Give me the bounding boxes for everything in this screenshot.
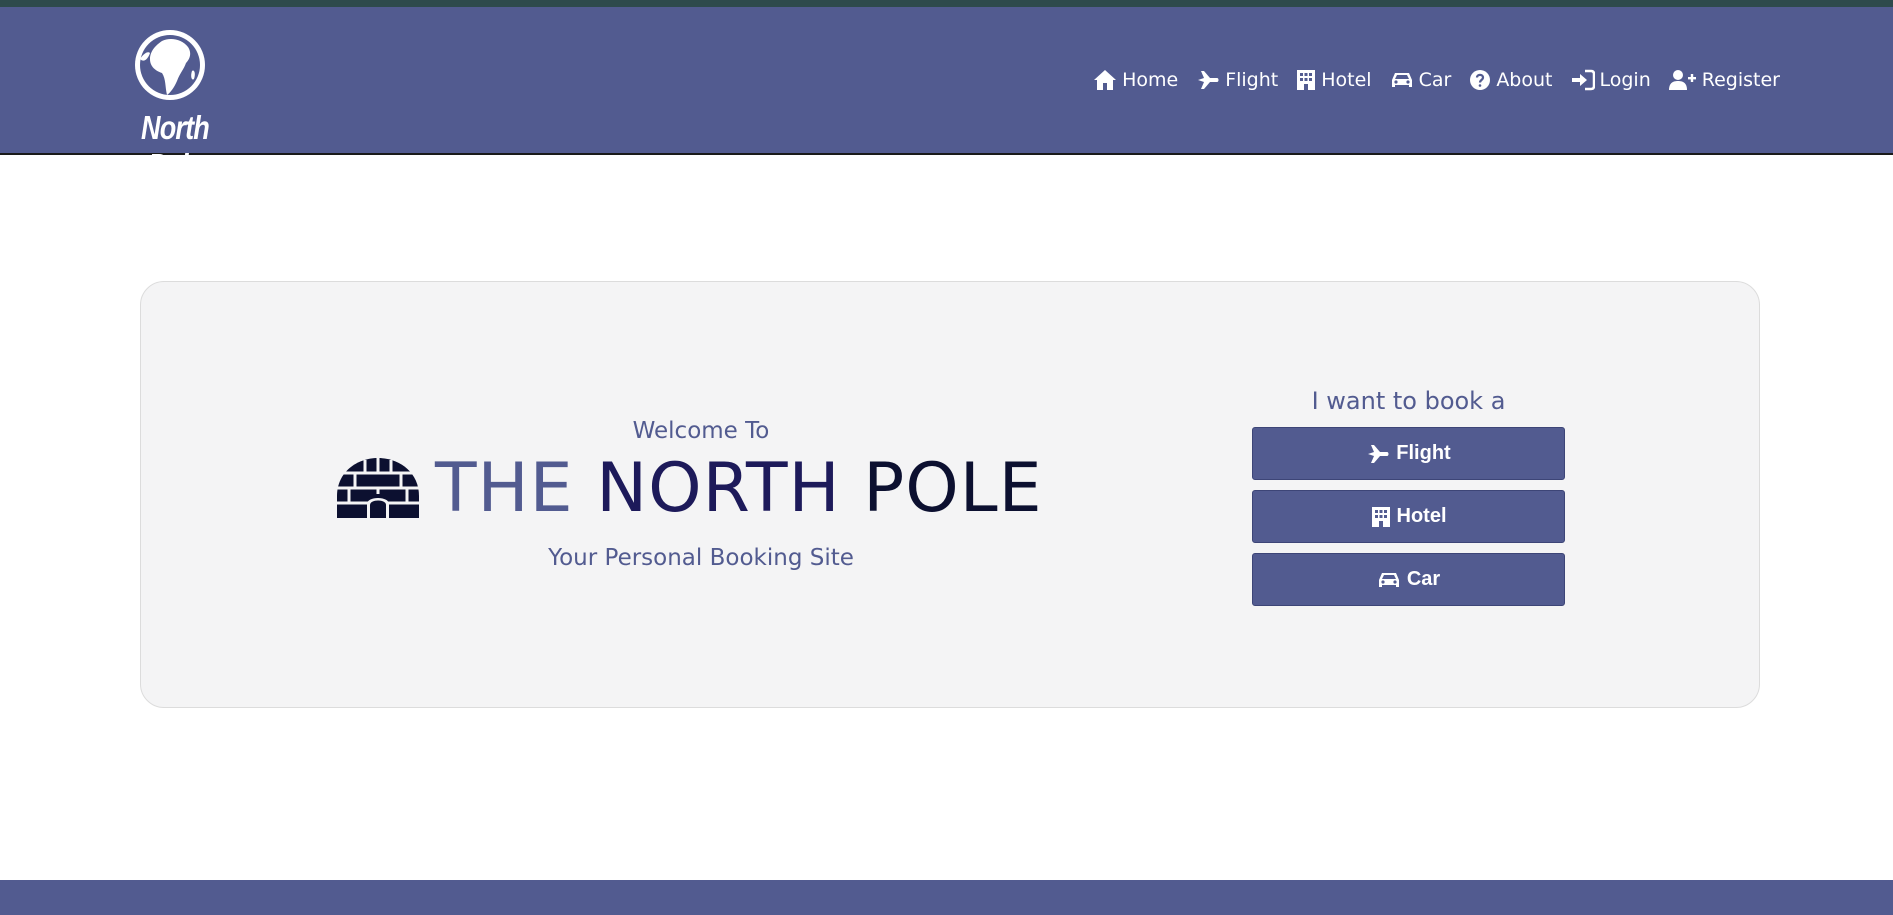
top-accent-line — [0, 0, 1893, 7]
nav-item-register[interactable]: Register — [1668, 69, 1780, 91]
building-icon — [1297, 70, 1316, 90]
brand-logo[interactable]: North Pole — [110, 23, 240, 184]
book-button-label: Hotel — [1396, 505, 1447, 527]
nav-item-label: Register — [1701, 69, 1780, 91]
car-icon — [1378, 572, 1399, 587]
home-icon — [1094, 70, 1117, 90]
nav-item-label: Hotel — [1321, 69, 1372, 91]
brand-name: North Pole — [140, 109, 210, 184]
title-the: THE — [435, 449, 574, 528]
nav-item-home[interactable]: Home — [1093, 69, 1178, 91]
igloo-icon — [337, 458, 419, 518]
booking-label: I want to book a — [1311, 387, 1506, 415]
book-flight-button[interactable]: Flight — [1252, 427, 1565, 480]
nav-item-label: Car — [1418, 69, 1452, 91]
title-north: NORTH — [596, 449, 841, 528]
nav-item-label: About — [1496, 69, 1553, 91]
hero-title: THE NORTH POLE — [335, 447, 1043, 531]
book-car-button[interactable]: Car — [1252, 553, 1565, 606]
car-icon — [1391, 73, 1412, 87]
main-nav: Home Flight Hotel Car About Login Regist… — [1093, 69, 1780, 91]
book-button-label: Car — [1406, 568, 1441, 590]
navbar: North Pole Home Flight Hotel Car About L… — [0, 7, 1893, 184]
nav-item-flight[interactable]: Flight — [1196, 69, 1278, 91]
nav-item-car[interactable]: Car — [1390, 69, 1452, 91]
hero-title-text: THE NORTH POLE — [435, 447, 1043, 531]
nav-item-label: Home — [1122, 69, 1179, 91]
user-plus-icon — [1668, 70, 1696, 90]
plane-icon — [1368, 444, 1389, 463]
plane-icon — [1198, 71, 1219, 89]
tagline: Your Personal Booking Site — [548, 545, 854, 571]
booking-panel: I want to book a Flight Hotel Car — [1252, 387, 1565, 616]
footer — [0, 880, 1893, 915]
sign-in-icon — [1571, 69, 1595, 91]
nav-item-login[interactable]: Login — [1571, 69, 1651, 91]
globe-icon — [135, 30, 205, 100]
title-pole: POLE — [863, 449, 1043, 528]
nav-item-hotel[interactable]: Hotel — [1296, 69, 1372, 91]
nav-item-label: Flight — [1225, 69, 1279, 91]
welcome-text: Welcome To — [632, 418, 770, 444]
book-button-label: Flight — [1396, 442, 1451, 464]
book-hotel-button[interactable]: Hotel — [1252, 490, 1565, 543]
nav-item-label: Login — [1599, 69, 1651, 91]
building-icon — [1371, 506, 1390, 527]
hero-card: Welcome To THE NORTH POLE Your Personal … — [140, 281, 1760, 708]
question-circle-icon — [1470, 70, 1491, 90]
nav-item-about[interactable]: About — [1469, 69, 1553, 91]
